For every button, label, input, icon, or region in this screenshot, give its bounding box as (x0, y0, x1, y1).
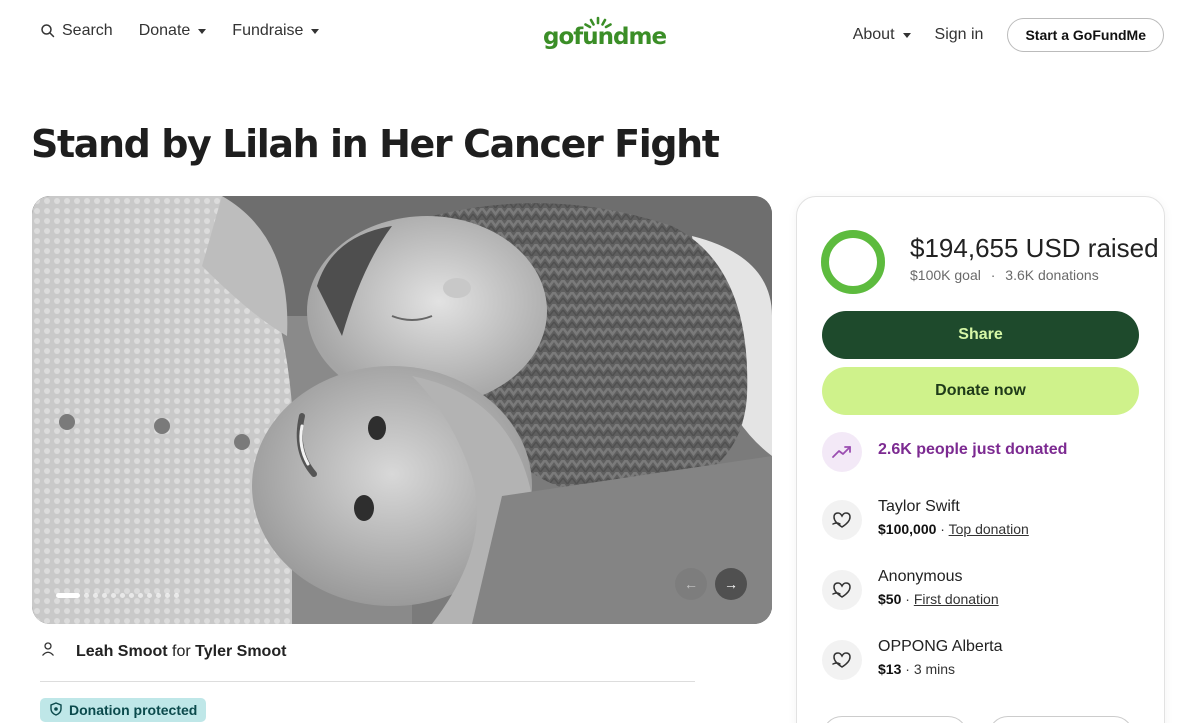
search-link[interactable]: Search (40, 22, 113, 40)
progress-ring (821, 230, 885, 294)
campaign-photo-illustration (32, 196, 772, 624)
donate-now-button[interactable]: Donate now (822, 367, 1139, 415)
goal-and-donations: $100K goal · 3.6K donations (910, 267, 1099, 283)
donor-detail: $50 · First donation (878, 591, 999, 607)
search-icon (40, 23, 56, 39)
goal-text: $100K goal (910, 267, 981, 283)
donor-amount: $50 (878, 591, 902, 607)
progress-ring-fill (821, 230, 885, 294)
chevron-down-icon (198, 28, 207, 34)
donor-name: Anonymous (878, 568, 963, 585)
about-menu[interactable]: About (853, 26, 911, 44)
donor-amount: $13 (878, 661, 902, 677)
donor-note-link[interactable]: First donation (914, 591, 999, 607)
donor-separator: · (901, 661, 914, 677)
chevron-down-icon (311, 28, 320, 34)
slide-dot[interactable] (138, 593, 143, 598)
previous-slide-button[interactable]: ← (675, 568, 707, 600)
person-icon (40, 641, 56, 662)
slide-dot[interactable] (56, 593, 80, 598)
trending-up-icon (822, 432, 862, 472)
donor-name: OPPONG Alberta (878, 638, 1003, 655)
donation-count: 3.6K donations (1005, 267, 1099, 283)
slide-dot[interactable] (93, 593, 98, 598)
donate-menu-label: Donate (138, 22, 191, 39)
donate-menu[interactable]: Donate (139, 22, 207, 40)
fundraise-menu[interactable]: Fundraise (232, 22, 320, 40)
slide-dot[interactable] (102, 593, 107, 598)
donor-amount: $100,000 (878, 521, 937, 537)
organizer-name[interactable]: Leah Smoot (76, 643, 168, 660)
header-nav-left: Search Donate Fundraise (40, 22, 320, 40)
organizer-line: Leah Smoot for Tyler Smoot (40, 641, 286, 662)
slide-dot[interactable] (84, 593, 89, 598)
donation-heart-icon (822, 640, 862, 680)
for-word: for (172, 642, 191, 660)
slide-dot[interactable] (174, 593, 179, 598)
search-label: Search (62, 22, 113, 39)
start-gofundme-button[interactable]: Start a GoFundMe (1007, 18, 1164, 52)
meta-separator: · (990, 267, 996, 283)
see-top-button[interactable] (988, 716, 1134, 723)
page-title: Stand by Lilah in Her Cancer Fight (31, 122, 720, 166)
donation-heart-icon (822, 570, 862, 610)
fundraise-menu-label: Fundraise (232, 22, 304, 39)
header-nav-right: About Sign in Start a GoFundMe (853, 18, 1164, 52)
beneficiary-name[interactable]: Tyler Smoot (195, 643, 286, 660)
see-all-button[interactable] (822, 716, 968, 723)
logo-text: gofundme (543, 24, 667, 50)
slide-dot[interactable] (165, 593, 170, 598)
donor-time: 3 mins (913, 661, 956, 677)
next-slide-button[interactable]: → (715, 568, 747, 600)
chevron-down-icon (902, 32, 911, 38)
slide-dot[interactable] (120, 593, 125, 598)
section-divider (40, 681, 695, 682)
campaign-photo[interactable]: ← → (32, 196, 772, 624)
recent-donations-text[interactable]: 2.6K people just donated (878, 441, 1067, 459)
arrow-right-icon: → (724, 576, 738, 592)
donor-separator: · (936, 521, 949, 537)
share-button[interactable]: Share (822, 311, 1139, 359)
gofundme-logo[interactable]: gofundme (543, 16, 667, 54)
donor-separator: · (901, 591, 914, 607)
organizer-text: Leah Smoot for Tyler Smoot (76, 643, 286, 661)
about-menu-label: About (852, 26, 895, 43)
donor-note-link[interactable]: Top donation (949, 521, 1029, 537)
arrow-left-icon: ← (684, 576, 698, 592)
amount-raised: $194,655 USD raised (910, 233, 1159, 263)
donation-heart-icon (822, 500, 862, 540)
donation-protected-label: Donation protected (69, 702, 198, 718)
donation-protected-badge[interactable]: Donation protected (40, 698, 207, 722)
donor-detail: $100,000 · Top donation (878, 521, 1029, 537)
shield-icon (49, 701, 63, 719)
donor-name: Taylor Swift (878, 498, 960, 515)
sign-in-link[interactable]: Sign in (935, 26, 984, 44)
slide-dot[interactable] (111, 593, 116, 598)
slide-dot[interactable] (156, 593, 161, 598)
slide-dot[interactable] (129, 593, 134, 598)
donor-detail: $13 · 3 mins (878, 661, 955, 677)
slide-dot[interactable] (147, 593, 152, 598)
slide-indicator (56, 593, 179, 598)
